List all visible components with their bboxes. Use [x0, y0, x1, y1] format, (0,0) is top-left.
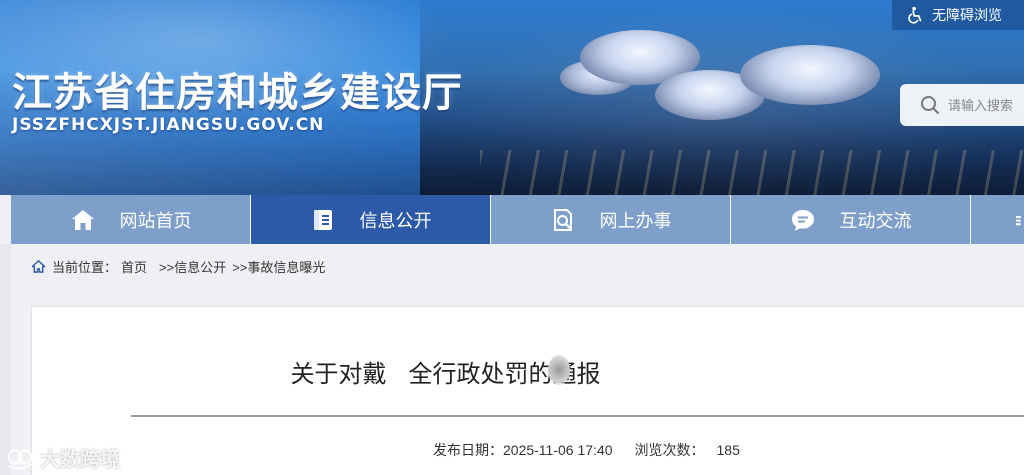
- views-count: 185: [716, 442, 740, 458]
- accessibility-button[interactable]: 无障碍浏览: [892, 0, 1024, 30]
- more-icon: [1016, 215, 1021, 225]
- nav-item-label: 互动交流: [839, 210, 912, 231]
- banner-road-lights: [480, 150, 1024, 195]
- chat-icon: [791, 209, 814, 231]
- title-divider: [131, 415, 1024, 417]
- site-domain: JSSZFHCXJST.JIANGSU.GOV.CN: [12, 115, 325, 135]
- site-title[interactable]: 江苏省住房和城乡建设厅: [12, 60, 463, 118]
- date-label: 发布日期：: [433, 442, 503, 458]
- accessibility-label: 无障碍浏览: [932, 7, 1002, 23]
- article-title: 关于对戴 全行政处罚的通报: [0, 354, 1024, 389]
- header-banner: 江苏省住房和城乡建设厅 JSSZFHCXJST.JIANGSU.GOV.CN 无…: [0, 0, 1024, 195]
- home-icon: [31, 259, 46, 273]
- home-icon: [71, 209, 94, 230]
- redaction-blur: [548, 355, 570, 385]
- breadcrumb-prefix: 当前位置：: [52, 259, 118, 275]
- breadcrumb-info-link[interactable]: >>信息公开: [159, 257, 226, 276]
- nav-item-label: 信息公开: [359, 210, 432, 231]
- search-document-icon: [553, 208, 572, 231]
- nav-item-label: 网站首页: [119, 210, 192, 231]
- search-box[interactable]: [900, 84, 1024, 126]
- stadium-shape: [740, 45, 880, 105]
- watermark-logo-icon: [7, 449, 33, 470]
- views-label: 浏览次数：: [634, 442, 705, 458]
- main-nav: 网站首页 信息公开 网上办事 互动交流: [11, 195, 1024, 244]
- breadcrumb-accident-link[interactable]: >>事故信息曝光: [232, 257, 325, 276]
- nav-item-label: 网上办事: [599, 210, 672, 231]
- breadcrumb-home-link[interactable]: 首页: [121, 257, 147, 276]
- publish-date: 2025-11-06 17:40: [503, 442, 613, 458]
- wheelchair-icon: [908, 6, 922, 24]
- article-title-part2: 全行政处罚的通报: [408, 360, 601, 388]
- nav-item-info-disclosure[interactable]: 信息公开: [251, 195, 491, 244]
- watermark: 大数跨境: [6, 443, 120, 472]
- document-icon: [313, 209, 332, 230]
- breadcrumb: 当前位置： 首页 >>信息公开 >>事故信息曝光: [11, 244, 1024, 288]
- article-meta: 发布日期：2025-11-06 17:40 浏览次数： 185: [433, 440, 740, 460]
- nav-item-home[interactable]: 网站首页: [11, 195, 251, 244]
- search-icon[interactable]: [920, 95, 940, 115]
- nav-item-more[interactable]: [971, 195, 1024, 244]
- search-input[interactable]: [948, 97, 1024, 113]
- nav-item-interaction[interactable]: 互动交流: [731, 195, 971, 244]
- watermark-text: 大数跨境: [40, 449, 120, 471]
- nav-item-online-services[interactable]: 网上办事: [491, 195, 731, 244]
- article-title-part1: 关于对戴: [290, 360, 387, 388]
